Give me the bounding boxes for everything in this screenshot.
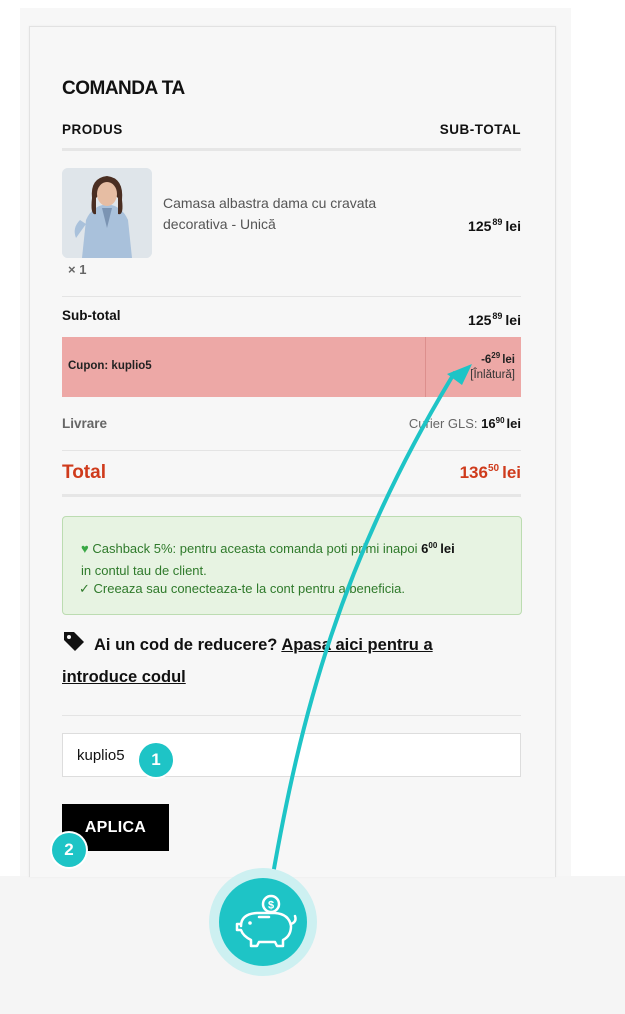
svg-text:$: $ bbox=[268, 900, 274, 912]
step-badge-1: 1 bbox=[139, 743, 173, 777]
piggy-bank-logo: $ bbox=[209, 868, 317, 976]
step-badge-2: 2 bbox=[52, 833, 86, 867]
piggy-bank-coin-icon: $ bbox=[235, 894, 297, 948]
tutorial-arrow bbox=[270, 364, 472, 881]
